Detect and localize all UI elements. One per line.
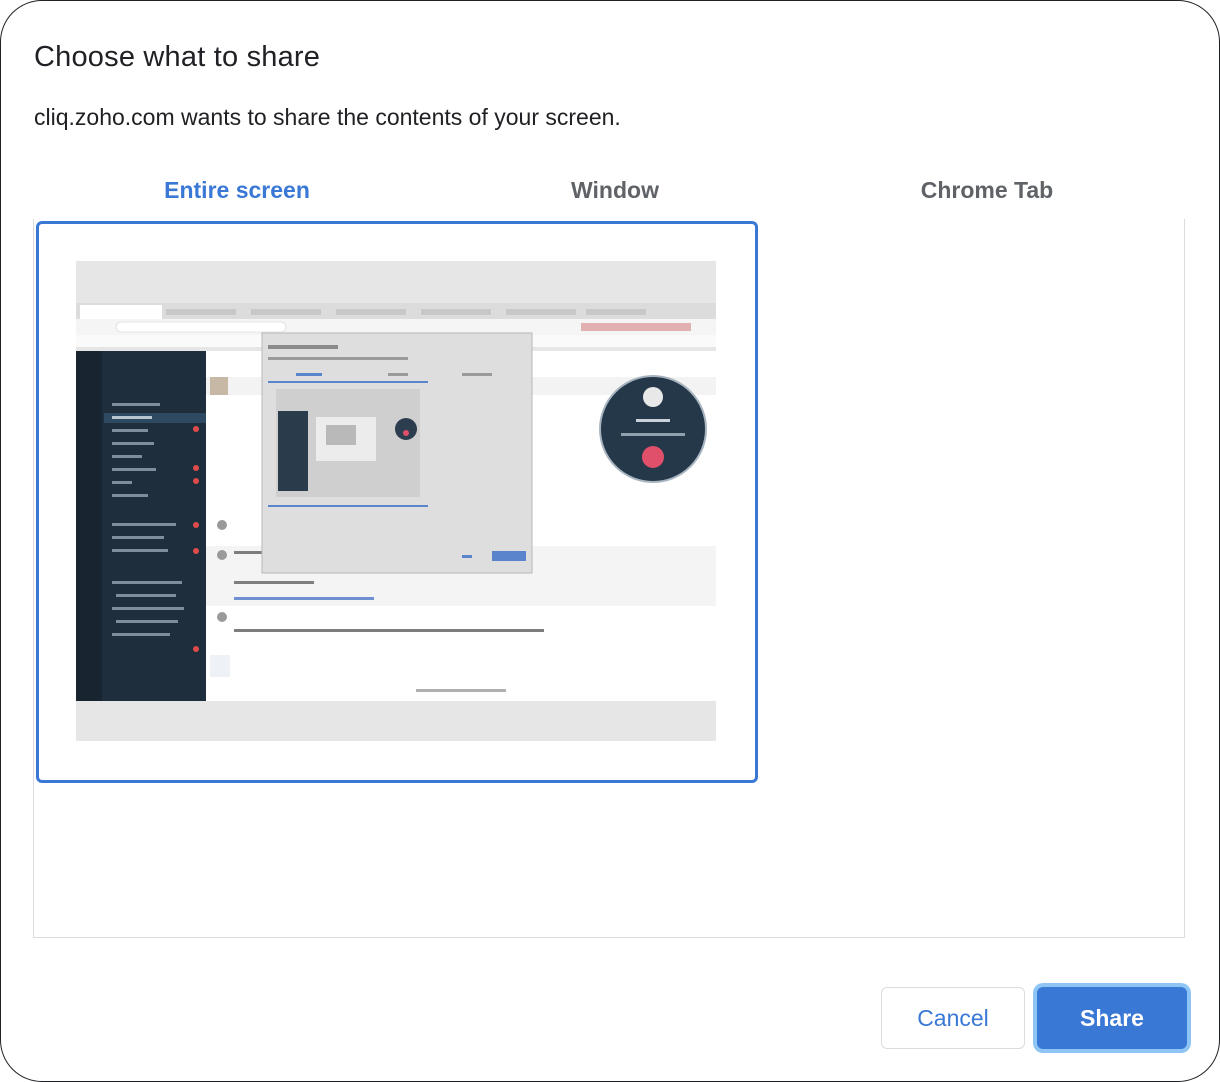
cancel-button[interactable]: Cancel xyxy=(881,987,1025,1049)
tab-entire-screen[interactable]: Entire screen xyxy=(33,161,441,219)
tab-chrome-tab[interactable]: Chrome Tab xyxy=(789,161,1185,219)
source-list xyxy=(33,219,1185,938)
tab-window[interactable]: Window xyxy=(441,161,789,219)
dialog-title: Choose what to share xyxy=(34,41,321,73)
source-tabs: Entire screen Window Chrome Tab xyxy=(33,161,1185,222)
dialog-subtitle: cliq.zoho.com wants to share the content… xyxy=(34,104,621,130)
screen-thumbnail xyxy=(76,261,716,741)
share-dialog: Choose what to share cliq.zoho.com wants… xyxy=(0,0,1220,1082)
screen-thumbnail-image xyxy=(76,261,716,741)
share-button[interactable]: Share xyxy=(1037,987,1187,1049)
entire-screen-source[interactable] xyxy=(36,221,758,783)
